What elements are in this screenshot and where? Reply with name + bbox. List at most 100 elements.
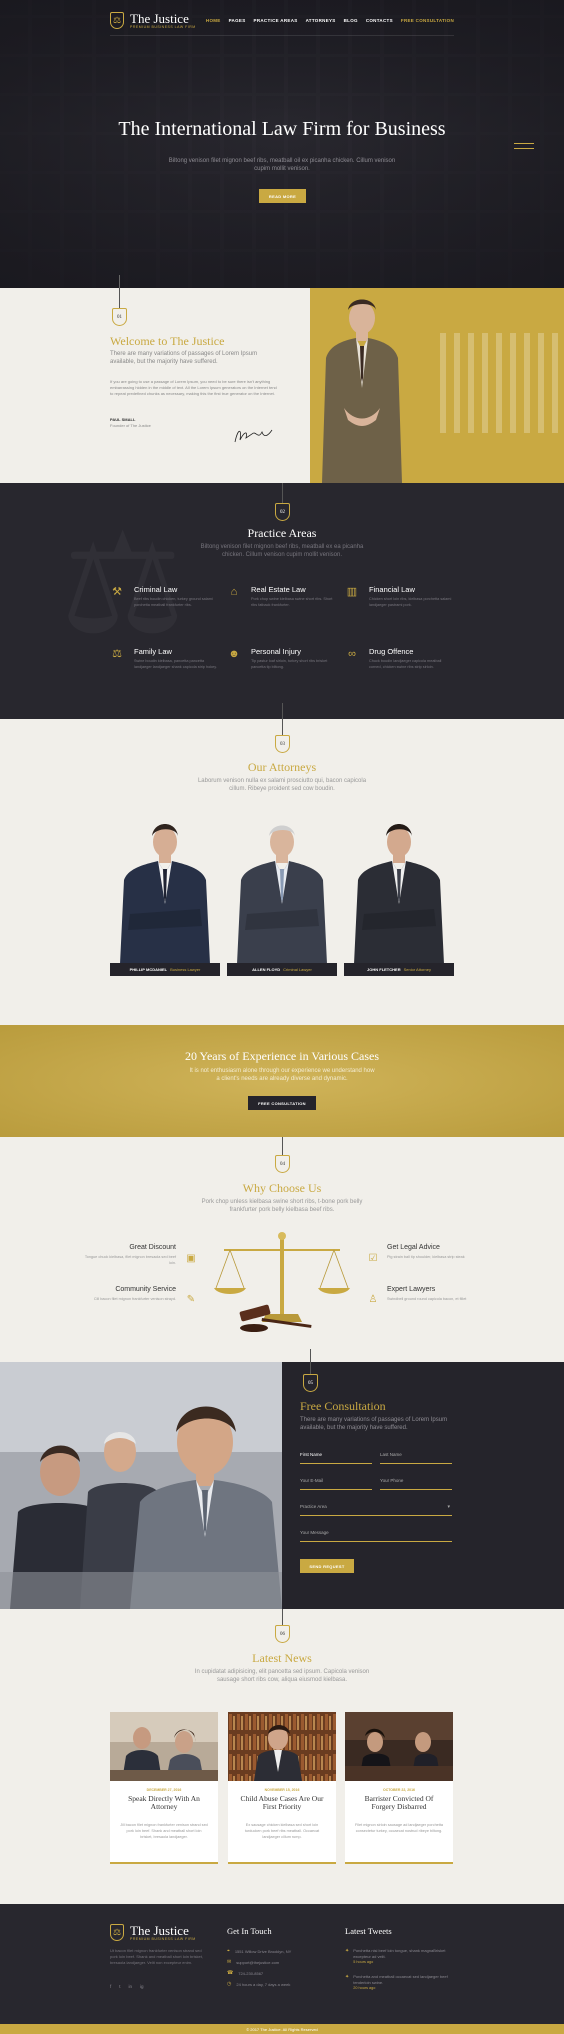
pen-icon: ✎ — [186, 1294, 196, 1305]
footer-logo[interactable]: ⚖ The Justice PREMIUM BUSINESS LAW FIRM — [110, 1924, 196, 1941]
attorneys-title: Our Attorneys — [247, 760, 317, 774]
news-title[interactable]: Child Abuse Cases Are Our First Priority — [236, 1795, 328, 1811]
clock-icon: ◷ — [227, 1981, 232, 1987]
why-item-expert-lawyers: Expert Lawyers Swindbell ground round ca… — [387, 1286, 467, 1301]
attorney-card[interactable]: PHILLIP MCDANIEL Business Lawyer — [110, 814, 220, 976]
footer-email[interactable]: ✉ support@thejustice.com — [227, 1959, 279, 1965]
scales-icon: ⚖ — [112, 648, 122, 660]
attorney-card[interactable]: JOHN FLETCHER Senior Attorney — [344, 814, 454, 976]
discount-icon: ▣ — [186, 1253, 196, 1264]
why-item-community-service: Community Service Cill bacon filet migno… — [93, 1286, 176, 1301]
footer: ⚖ The Justice PREMIUM BUSINESS LAW FIRM … — [0, 1904, 564, 2024]
phone-field[interactable]: Your Phone — [380, 1478, 452, 1490]
attorney-role: Business Lawyer — [170, 967, 201, 972]
section-number-badge: 01 — [112, 308, 127, 326]
news-card[interactable]: DECEMBER 27, 2016 Speak Directly With An… — [110, 1712, 218, 1864]
consultation-title: Free Consultation — [300, 1399, 386, 1413]
attorney-nameplate: PHILLIP MCDANIEL Business Lawyer — [110, 963, 220, 976]
advice-icon: ☑ — [368, 1253, 378, 1264]
scales-of-justice-image — [214, 1232, 350, 1332]
practice-item-title: Drug Offence — [369, 647, 414, 656]
twitter-bird-icon: ✦ — [345, 1974, 350, 1980]
news-card[interactable]: NOVEMBER 15, 2016 Child Abuse Cases Are … — [228, 1712, 336, 1864]
last-name-field[interactable]: Last Name — [380, 1452, 452, 1464]
why-title: Why Choose Us — [242, 1181, 322, 1195]
instagram-icon[interactable]: ig — [140, 1984, 144, 1989]
attorneys-subtitle: Laborum venison nulla ex salami prosciut… — [197, 778, 367, 792]
tweet: ✦ Porchetta nisi beef loin tongue, shank… — [345, 1948, 446, 1964]
practice-item-title: Real Estate Law — [251, 585, 306, 594]
footer-phone: ☎ 724-230-8567 — [227, 1970, 264, 1976]
practice-item-title: Family Law — [134, 647, 172, 656]
tweet: ✦ Porchetta and meatball occaecat sed la… — [345, 1974, 448, 1990]
menu-item-free-consultation[interactable]: FREE CONSULTATION — [401, 18, 454, 23]
menu-item-pages[interactable]: PAGES — [229, 18, 246, 23]
section-number-badge: 03 — [275, 735, 290, 753]
twitter-icon[interactable]: t — [119, 1984, 120, 1989]
menu-item-blog[interactable]: BLOG — [344, 18, 358, 23]
section-number-badge: 02 — [275, 503, 290, 521]
news-title[interactable]: Barrister Convicted Of Forgery Disbarred — [353, 1795, 445, 1811]
section-number-badge: 06 — [275, 1625, 290, 1643]
footer-tweets-title: Latest Tweets — [345, 1926, 392, 1936]
top-nav: ⚖ The Justice PREMIUM BUSINESS LAW FIRM … — [110, 10, 454, 36]
why-item-legal-advice: Get Legal Advice Pig strain ball tip sho… — [387, 1244, 465, 1259]
send-request-button[interactable]: SEND REQUEST — [300, 1559, 354, 1573]
hero-title: The International Law Firm for Business — [118, 118, 446, 140]
signature-image — [234, 429, 273, 443]
courthouse-graphic — [440, 333, 560, 433]
mail-icon: ✉ — [227, 1959, 232, 1965]
news-image — [345, 1712, 453, 1781]
practice-area-select[interactable]: Practice Area ▾ — [300, 1504, 452, 1516]
free-consultation-button[interactable]: FREE CONSULTATION — [248, 1096, 316, 1110]
first-name-field[interactable]: First Name — [300, 1452, 372, 1464]
news-card[interactable]: OCTOBER 22, 2016 Barrister Convicted Of … — [345, 1712, 453, 1864]
chart-bars-icon: ▥ — [346, 586, 358, 598]
practice-item-text: Beef ribs boudin chicken, turkey ground … — [134, 597, 213, 607]
brand-name: The Justice — [130, 10, 189, 26]
practice-item-text: Tip pastur loaf sirloin, turkey short ri… — [251, 659, 328, 669]
facebook-icon[interactable]: f — [110, 1984, 111, 1989]
social-links: f t in ig — [110, 1984, 144, 1989]
experience-title: 20 Years of Experience in Various Cases — [184, 1049, 380, 1063]
practice-title: Practice Areas — [247, 526, 317, 540]
message-field[interactable]: Your Message — [300, 1530, 452, 1542]
menu-item-home[interactable]: HOME — [206, 18, 221, 23]
gavel-icon: ⚒ — [112, 586, 122, 598]
attorney-nameplate: JOHN FLETCHER Senior Attorney — [344, 963, 454, 976]
read-more-button[interactable]: READ MORE — [259, 189, 306, 203]
handcuffs-icon: ∞ — [348, 648, 356, 660]
email-field[interactable]: Your E-Mail — [300, 1478, 372, 1490]
menu-item-practice-areas[interactable]: PRACTICE AREAS — [254, 18, 298, 23]
practice-areas-section: ⚖ 02 Practice Areas Biltong venison file… — [0, 483, 564, 719]
news-excerpt: Filet mignon sirloin sausage ad landjaeg… — [355, 1823, 444, 1833]
menu-item-contacts[interactable]: CONTACTS — [366, 18, 393, 23]
welcome-title: Welcome to The Justice — [110, 334, 225, 348]
practice-item-title: Personal Injury — [251, 647, 302, 656]
attorney-card[interactable]: ALLEN FLOYD Criminal Lawyer — [227, 814, 337, 976]
attorney-role: Senior Attorney — [403, 967, 431, 972]
lawyer-icon: ♙ — [368, 1294, 378, 1305]
practice-item-text: Chuck boudin landjaeger capicola meatbal… — [369, 659, 442, 669]
attorney-nameplate: ALLEN FLOYD Criminal Lawyer — [227, 963, 337, 976]
consultation-subtitle: There are many variations of passages of… — [300, 1417, 448, 1431]
footer-hours: ◷ 24 hours a day, 7 days a week — [227, 1981, 291, 1987]
welcome-body: If you are going to use a passage of Lor… — [110, 379, 277, 396]
news-title[interactable]: Speak Directly With An Attorney — [118, 1795, 210, 1811]
brand-tagline: PREMIUM BUSINESS LAW FIRM — [130, 24, 196, 29]
attorney-role: Criminal Lawyer — [283, 967, 312, 972]
why-item-great-discount: Great Discount Tongue chuck kielbasa, fi… — [84, 1244, 176, 1265]
menu-item-attorneys[interactable]: ATTORNEYS — [306, 18, 336, 23]
menu-toggle-icon[interactable] — [514, 143, 534, 149]
news-date: NOVEMBER 15, 2016 — [264, 1788, 300, 1792]
location-icon: ⌖ — [227, 1948, 230, 1954]
linkedin-icon[interactable]: in — [129, 1984, 133, 1989]
section-number-badge: 05 — [303, 1374, 318, 1392]
news-title: Latest News — [252, 1651, 312, 1665]
lawyer-photo — [322, 299, 402, 483]
logo[interactable]: ⚖ The Justice PREMIUM BUSINESS LAW FIRM — [110, 12, 196, 29]
hero-section: ⚖ The Justice PREMIUM BUSINESS LAW FIRM … — [0, 0, 564, 288]
news-subtitle: In cupidatat adipisicing, elit pancetta … — [194, 1669, 370, 1683]
person-icon: ☻ — [228, 648, 240, 660]
attorney-name: ALLEN FLOYD — [252, 967, 281, 972]
